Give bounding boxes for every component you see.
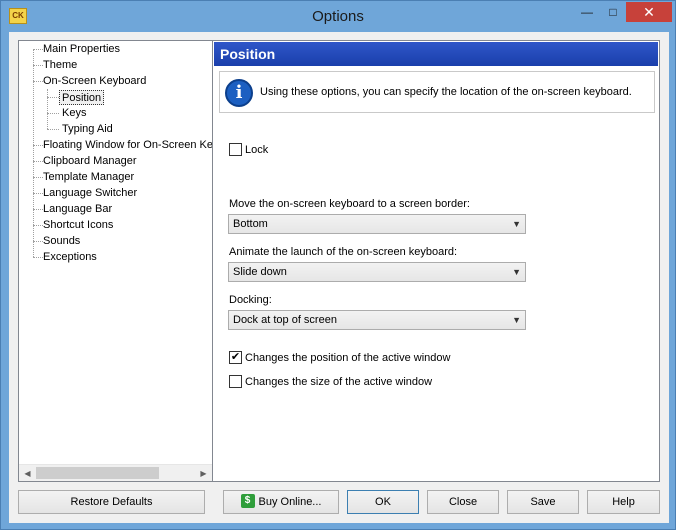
tree-connector xyxy=(33,193,43,194)
tree-connector xyxy=(33,49,43,50)
change-position-checkbox[interactable]: ✔ xyxy=(229,350,242,364)
tree-item-shortcut-icons[interactable]: Shortcut Icons xyxy=(43,218,113,233)
change-size-checkbox[interactable] xyxy=(229,374,242,388)
tree-item-keys[interactable]: Keys xyxy=(62,106,86,121)
help-button[interactable]: Help xyxy=(587,490,660,514)
chevron-down-icon: ▼ xyxy=(512,315,521,325)
tree-item-language-switcher[interactable]: Language Switcher xyxy=(43,186,137,201)
docking-label: Docking: xyxy=(229,294,272,306)
docking-select-value: Dock at top of screen xyxy=(233,314,337,326)
close-button[interactable]: Close xyxy=(427,490,499,514)
animate-select-value: Slide down xyxy=(233,266,287,278)
restore-defaults-button[interactable]: Restore Defaults xyxy=(18,490,205,514)
panel-header: Position xyxy=(214,42,658,66)
tree-item-clipboard-manager[interactable]: Clipboard Manager xyxy=(43,154,137,169)
chevron-down-icon: ▼ xyxy=(512,219,521,229)
tree-item-language-bar[interactable]: Language Bar xyxy=(43,202,112,217)
tree-connector xyxy=(33,145,43,146)
dialog-client-area: Main Properties Theme On-Screen Keyboard… xyxy=(9,32,669,523)
tree-item-sounds[interactable]: Sounds xyxy=(43,234,80,249)
tree-item-on-screen-keyboard[interactable]: On-Screen Keyboard xyxy=(43,74,146,89)
change-size-label: Changes the size of the active window xyxy=(245,376,433,388)
chevron-down-icon: ▼ xyxy=(512,267,521,277)
tree-item-exceptions[interactable]: Exceptions xyxy=(43,250,97,265)
info-icon: i xyxy=(225,79,253,107)
options-tree[interactable]: Main Properties Theme On-Screen Keyboard… xyxy=(18,40,213,482)
tree-connector xyxy=(33,209,43,210)
tree-connector xyxy=(33,161,43,162)
border-select-value: Bottom xyxy=(233,218,268,230)
docking-select[interactable]: Dock at top of screen ▼ xyxy=(228,310,526,330)
lock-checkbox[interactable] xyxy=(229,142,242,156)
dollar-icon: $ xyxy=(240,494,255,509)
buy-online-label: Buy Online... xyxy=(258,496,322,508)
tree-item-template-manager[interactable]: Template Manager xyxy=(43,170,134,185)
tree-connector xyxy=(33,241,43,242)
change-position-label: Changes the position of the active windo… xyxy=(245,352,451,364)
buy-online-button[interactable]: $ Buy Online... xyxy=(223,490,339,514)
title-bar[interactable]: CK Options — □ ✕ xyxy=(1,1,675,32)
options-window: CK Options — □ ✕ Main Properties Theme O… xyxy=(0,0,676,530)
tree-connector xyxy=(33,81,43,82)
tree-item-theme[interactable]: Theme xyxy=(43,58,77,73)
info-text: Using these options, you can specify the… xyxy=(260,86,632,98)
save-button[interactable]: Save xyxy=(507,490,579,514)
scroll-left-icon[interactable]: ◀ xyxy=(19,465,36,481)
change-size-option[interactable]: Changes the size of the active window xyxy=(229,374,433,389)
info-box: i Using these options, you can specify t… xyxy=(219,71,655,113)
animate-select[interactable]: Slide down ▼ xyxy=(228,262,526,282)
animate-label: Animate the launch of the on-screen keyb… xyxy=(229,246,458,258)
tree-horizontal-scrollbar[interactable]: ◀ ▶ xyxy=(19,464,212,481)
minimize-button[interactable]: — xyxy=(574,2,600,22)
tree-connector xyxy=(47,113,59,114)
maximize-button[interactable]: □ xyxy=(600,2,626,22)
tree-connector xyxy=(33,225,43,226)
tree-connector xyxy=(47,129,59,130)
scroll-right-icon[interactable]: ▶ xyxy=(195,465,212,481)
tree-item-typing-aid[interactable]: Typing Aid xyxy=(62,122,113,137)
lock-label: Lock xyxy=(245,144,269,156)
tree-connector xyxy=(33,65,43,66)
change-position-option[interactable]: ✔ Changes the position of the active wind… xyxy=(229,350,451,365)
tree-connector xyxy=(33,177,43,178)
tree-connector xyxy=(33,257,43,258)
tree-connector xyxy=(47,97,59,98)
border-label: Move the on-screen keyboard to a screen … xyxy=(229,198,470,210)
lock-option[interactable]: Lock xyxy=(229,142,269,157)
border-select[interactable]: Bottom ▼ xyxy=(228,214,526,234)
tree-item-floating-window[interactable]: Floating Window for On-Screen Ke xyxy=(43,138,212,153)
tree-item-main-properties[interactable]: Main Properties xyxy=(43,42,120,57)
scrollbar-thumb[interactable] xyxy=(36,467,159,479)
settings-panel: Position i Using these options, you can … xyxy=(212,40,660,482)
tree-item-position[interactable]: Position xyxy=(59,90,105,105)
ok-button[interactable]: OK xyxy=(347,490,419,514)
tree-connector xyxy=(47,89,48,129)
close-window-button[interactable]: ✕ xyxy=(626,2,672,22)
